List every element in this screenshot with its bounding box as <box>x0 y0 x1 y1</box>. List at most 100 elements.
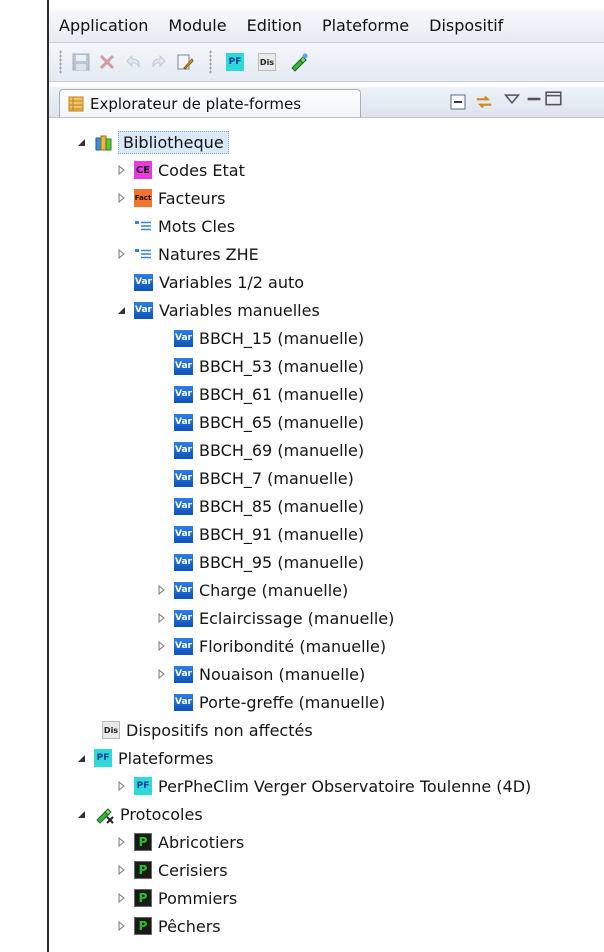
menu-edition[interactable]: Edition <box>237 10 312 42</box>
new-protocol-button[interactable] <box>289 52 309 72</box>
new-plateforme-button[interactable]: PF <box>225 52 245 72</box>
protocol-item-icon: P <box>134 889 152 907</box>
tree-item-manual-var[interactable]: Var BBCH_15 (manuelle) <box>174 324 364 352</box>
tree-item-manual-var[interactable]: Var Porte-greffe (manuelle) <box>174 688 385 716</box>
expanded-arrow-icon[interactable] <box>74 751 88 765</box>
variable-icon: Var <box>174 497 193 515</box>
tree-item-manual-var[interactable]: Var BBCH_61 (manuelle) <box>174 380 364 408</box>
tree-item-variables-manuelles[interactable]: Var Variables manuelles <box>114 296 320 324</box>
tree-item-dispositifs[interactable]: Dis Dispositifs non affectés <box>102 716 313 744</box>
tree-item-label: BBCH_91 (manuelle) <box>199 524 365 544</box>
protocol-icon <box>96 808 114 824</box>
variable-icon: Var <box>174 525 193 543</box>
tree-item-manual-var[interactable]: Var BBCH_53 (manuelle) <box>174 352 364 380</box>
tree-item-label: Variables manuelles <box>159 300 320 320</box>
tree-item-protocol[interactable]: P Abricotiers <box>114 828 244 856</box>
undo-button[interactable] <box>123 52 143 72</box>
variable-icon: Var <box>174 637 193 655</box>
collapsed-arrow-icon[interactable] <box>154 611 168 625</box>
tree-item-manual-var[interactable]: Var BBCH_65 (manuelle) <box>174 408 364 436</box>
minimize-icon[interactable] <box>525 90 543 108</box>
tree-item-codes-etat[interactable]: CE Codes Etat <box>114 156 245 184</box>
tree-item-label: BBCH_15 (manuelle) <box>199 328 365 348</box>
view-menu-icon[interactable] <box>503 90 521 108</box>
link-editor-icon[interactable] <box>475 93 493 111</box>
tree-item-manual-var[interactable]: Var Charge (manuelle) <box>154 576 348 604</box>
expanded-arrow-icon[interactable] <box>114 303 128 317</box>
variable-icon: Var <box>174 693 193 711</box>
tree-item-label: Porte-greffe (manuelle) <box>199 692 386 712</box>
toolbar-grip-2[interactable] <box>209 50 212 74</box>
tree-item-manual-var[interactable]: Var Nouaison (manuelle) <box>154 660 365 688</box>
collapsed-arrow-icon[interactable] <box>114 191 128 205</box>
toolbar-grip[interactable] <box>59 50 62 74</box>
tree-item-variables-auto[interactable]: Var Variables 1/2 auto <box>134 268 304 296</box>
tree-item-label: Bibliotheque <box>118 130 229 154</box>
tree-item-manual-var[interactable]: Var BBCH_95 (manuelle) <box>174 548 364 576</box>
collapsed-arrow-icon[interactable] <box>114 247 128 261</box>
collapsed-arrow-icon[interactable] <box>114 163 128 177</box>
menu-plateforme[interactable]: Plateforme <box>312 10 419 42</box>
maximize-icon[interactable] <box>545 90 563 108</box>
variable-icon: Var <box>174 357 193 375</box>
protocol-item-icon: P <box>134 833 152 851</box>
tree-item-protocol[interactable]: P Pommiers <box>114 884 237 912</box>
tree-item-label: Eclaircissage (manuelle) <box>199 608 395 628</box>
tree-item-manual-var[interactable]: Var BBCH_69 (manuelle) <box>174 436 364 464</box>
delete-button[interactable] <box>97 52 117 72</box>
tree-item-bibliotheque[interactable]: Bibliotheque <box>74 128 229 156</box>
tree-item-manual-var[interactable]: Var Floribondité (manuelle) <box>154 632 386 660</box>
tree-item-label: Abricotiers <box>158 832 245 852</box>
new-plateforme-icon: PF <box>226 53 244 71</box>
save-button[interactable] <box>71 52 91 72</box>
collapsed-arrow-icon[interactable] <box>114 919 128 933</box>
tree-item-label: Protocoles <box>120 804 203 824</box>
edit-button[interactable] <box>175 52 195 72</box>
collapsed-arrow-icon[interactable] <box>114 835 128 849</box>
menu-bar: Application Module Edition Plateforme Di… <box>49 10 604 43</box>
variable-icon: Var <box>174 553 193 571</box>
tree-item-label: Mots Cles <box>158 216 236 236</box>
tree-item-mots-cles[interactable]: Mots Cles <box>134 212 235 240</box>
tree-item-manual-var[interactable]: Var BBCH_91 (manuelle) <box>174 520 364 548</box>
tree-item-label: BBCH_69 (manuelle) <box>199 440 365 460</box>
variable-icon: Var <box>174 385 193 403</box>
tree-item-label: BBCH_7 (manuelle) <box>199 468 354 488</box>
variable-icon: Var <box>174 581 193 599</box>
variable-icon: Var <box>174 441 193 459</box>
expanded-arrow-icon[interactable] <box>74 135 88 149</box>
collapsed-arrow-icon[interactable] <box>154 667 168 681</box>
tree-item-label: Cerisiers <box>158 860 228 880</box>
collapsed-arrow-icon[interactable] <box>114 863 128 877</box>
tree-item-label: Nouaison (manuelle) <box>199 664 366 684</box>
tree-item-label: Charge (manuelle) <box>199 580 349 600</box>
tab-explorateur[interactable]: Explorateur de plate-formes <box>59 89 361 117</box>
protocol-icon <box>291 53 308 72</box>
menu-module[interactable]: Module <box>158 10 236 42</box>
edit-icon <box>177 54 194 70</box>
tree-item-plateforme[interactable]: PF PerPheClim Verger Observatoire Toulen… <box>114 772 531 800</box>
expanded-arrow-icon[interactable] <box>74 807 88 821</box>
tree-item-plateformes[interactable]: PF Plateformes <box>74 744 214 772</box>
collapsed-arrow-icon[interactable] <box>154 639 168 653</box>
protocol-item-icon: P <box>134 861 152 879</box>
tree-item-manual-var[interactable]: Var Eclaircissage (manuelle) <box>154 604 394 632</box>
collapsed-arrow-icon[interactable] <box>114 891 128 905</box>
menu-dispositif[interactable]: Dispositif <box>419 10 513 42</box>
redo-button[interactable] <box>149 52 169 72</box>
tree-item-protocol[interactable]: P Cerisiers <box>114 856 228 884</box>
tree-item-manual-var[interactable]: Var BBCH_85 (manuelle) <box>174 492 364 520</box>
menu-application[interactable]: Application <box>49 10 158 42</box>
collapse-all-icon[interactable] <box>449 93 467 111</box>
tree-item-manual-var[interactable]: Var BBCH_7 (manuelle) <box>174 464 354 492</box>
tree-item-protocoles[interactable]: Protocoles <box>74 800 203 828</box>
collapsed-arrow-icon[interactable] <box>154 583 168 597</box>
new-dispositif-button[interactable]: Dis <box>257 52 277 72</box>
codes-etat-icon: CE <box>134 161 152 179</box>
tree-item-protocol[interactable]: P Pêchers <box>114 912 221 940</box>
tree-item-natures-zhe[interactable]: Natures ZHE <box>114 240 259 268</box>
tree-item-facteurs[interactable]: Fact Facteurs <box>114 184 226 212</box>
variable-icon: Var <box>134 301 153 319</box>
collapsed-arrow-icon[interactable] <box>114 779 128 793</box>
variable-icon: Var <box>174 413 193 431</box>
